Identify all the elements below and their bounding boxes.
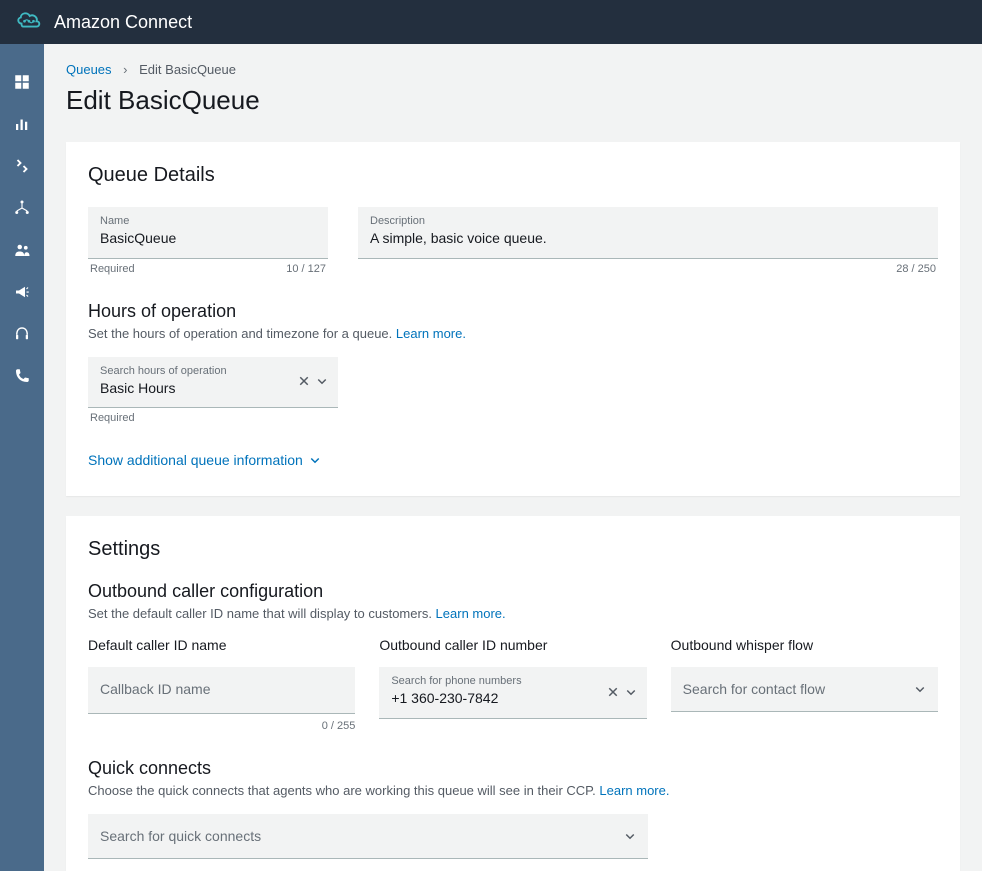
quick-connects-section: Quick connects Choose the quick connects…	[88, 758, 938, 859]
outbound-learn-more-link[interactable]: Learn more.	[436, 606, 506, 621]
outbound-section: Outbound caller configuration Set the de…	[88, 581, 938, 732]
outbound-title: Outbound caller configuration	[88, 581, 938, 602]
whisper-flow-col: Outbound whisper flow Search for contact…	[671, 637, 938, 732]
bar-chart-icon	[13, 115, 31, 133]
nav-dashboard[interactable]	[0, 62, 44, 102]
hours-section: Hours of operation Set the hours of oper…	[88, 301, 938, 425]
name-label: Name	[100, 215, 316, 227]
brand-title: Amazon Connect	[54, 12, 192, 33]
caller-id-number-combobox[interactable]: Search for phone numbers +1 360-230-7842	[379, 667, 646, 719]
description-value: A simple, basic voice queue.	[370, 229, 926, 249]
chevron-down-icon	[624, 830, 636, 842]
page-title: Edit BasicQueue	[66, 85, 960, 116]
nav-metrics[interactable]	[0, 104, 44, 144]
phone-icon	[13, 367, 31, 385]
hours-search-label: Search hours of operation	[100, 365, 298, 377]
chevron-down-icon	[914, 683, 926, 695]
users-icon	[13, 241, 31, 259]
name-required-text: Required	[90, 263, 135, 275]
hours-title: Hours of operation	[88, 301, 938, 322]
name-input[interactable]: Name BasicQueue	[88, 207, 328, 259]
whisper-flow-label: Outbound whisper flow	[671, 637, 938, 653]
caller-id-name-label: Default caller ID name	[88, 637, 355, 653]
grid-icon	[13, 73, 31, 91]
queue-details-title: Queue Details	[88, 164, 938, 187]
quick-connects-desc: Choose the quick connects that agents wh…	[88, 783, 938, 798]
quick-connects-placeholder: Search for quick connects	[100, 828, 624, 844]
headset-icon	[13, 325, 31, 343]
description-char-count: 28 / 250	[896, 263, 936, 275]
nav-channels[interactable]	[0, 188, 44, 228]
phone-value: +1 360-230-7842	[391, 689, 606, 709]
quick-connects-select[interactable]: Search for quick connects	[88, 814, 648, 859]
hours-combobox[interactable]: Search hours of operation Basic Hours	[88, 357, 338, 409]
megaphone-icon	[13, 283, 31, 301]
settings-card: Settings Outbound caller configuration S…	[66, 516, 960, 871]
description-field: Description A simple, basic voice queue.…	[358, 207, 938, 275]
caller-id-number-label: Outbound caller ID number	[379, 637, 646, 653]
quick-connects-learn-more-link[interactable]: Learn more.	[599, 783, 669, 798]
breadcrumb-root-link[interactable]: Queues	[66, 62, 112, 77]
flow-icon	[13, 199, 31, 217]
brand-logo-wrap: Amazon Connect	[14, 7, 192, 37]
hours-required-text: Required	[90, 412, 135, 424]
main-content: Queues › Edit BasicQueue Edit BasicQueue…	[44, 44, 982, 871]
nav-phone[interactable]	[0, 356, 44, 396]
clear-icon[interactable]	[607, 686, 619, 698]
nav-users[interactable]	[0, 230, 44, 270]
name-value: BasicQueue	[100, 229, 316, 249]
settings-title: Settings	[88, 538, 938, 561]
left-nav	[0, 44, 44, 871]
hours-desc: Set the hours of operation and timezone …	[88, 326, 938, 341]
top-bar: Amazon Connect	[0, 0, 982, 44]
hours-learn-more-link[interactable]: Learn more.	[396, 326, 466, 341]
nav-announcements[interactable]	[0, 272, 44, 312]
outbound-desc: Set the default caller ID name that will…	[88, 606, 938, 621]
queue-details-card: Queue Details Name BasicQueue Required 1…	[66, 142, 960, 496]
show-additional-toggle[interactable]: Show additional queue information	[88, 452, 321, 468]
phone-search-label: Search for phone numbers	[391, 675, 606, 687]
name-char-count: 10 / 127	[286, 263, 326, 275]
description-label: Description	[370, 215, 926, 227]
caller-id-name-input[interactable]: Callback ID name	[88, 667, 355, 714]
description-input[interactable]: Description A simple, basic voice queue.	[358, 207, 938, 259]
whisper-flow-placeholder: Search for contact flow	[683, 681, 914, 697]
caller-id-name-placeholder: Callback ID name	[100, 681, 211, 697]
caller-id-name-count: 0 / 255	[88, 720, 355, 732]
breadcrumb-current: Edit BasicQueue	[139, 62, 236, 77]
nav-contact[interactable]	[0, 314, 44, 354]
chevron-down-icon	[309, 454, 321, 466]
chevron-down-icon[interactable]	[625, 686, 637, 698]
chevron-right-icon: ›	[123, 62, 127, 77]
name-field: Name BasicQueue Required 10 / 127	[88, 207, 328, 275]
whisper-flow-select[interactable]: Search for contact flow	[671, 667, 938, 712]
caller-id-number-col: Outbound caller ID number Search for pho…	[379, 637, 646, 732]
caller-id-name-col: Default caller ID name Callback ID name …	[88, 637, 355, 732]
connect-logo-icon	[14, 7, 44, 37]
quick-connects-title: Quick connects	[88, 758, 938, 779]
chevron-down-icon[interactable]	[316, 375, 328, 387]
clear-icon[interactable]	[298, 375, 310, 387]
routing-icon	[13, 157, 31, 175]
hours-value: Basic Hours	[100, 379, 298, 399]
nav-routing[interactable]	[0, 146, 44, 186]
breadcrumb: Queues › Edit BasicQueue	[66, 62, 960, 77]
